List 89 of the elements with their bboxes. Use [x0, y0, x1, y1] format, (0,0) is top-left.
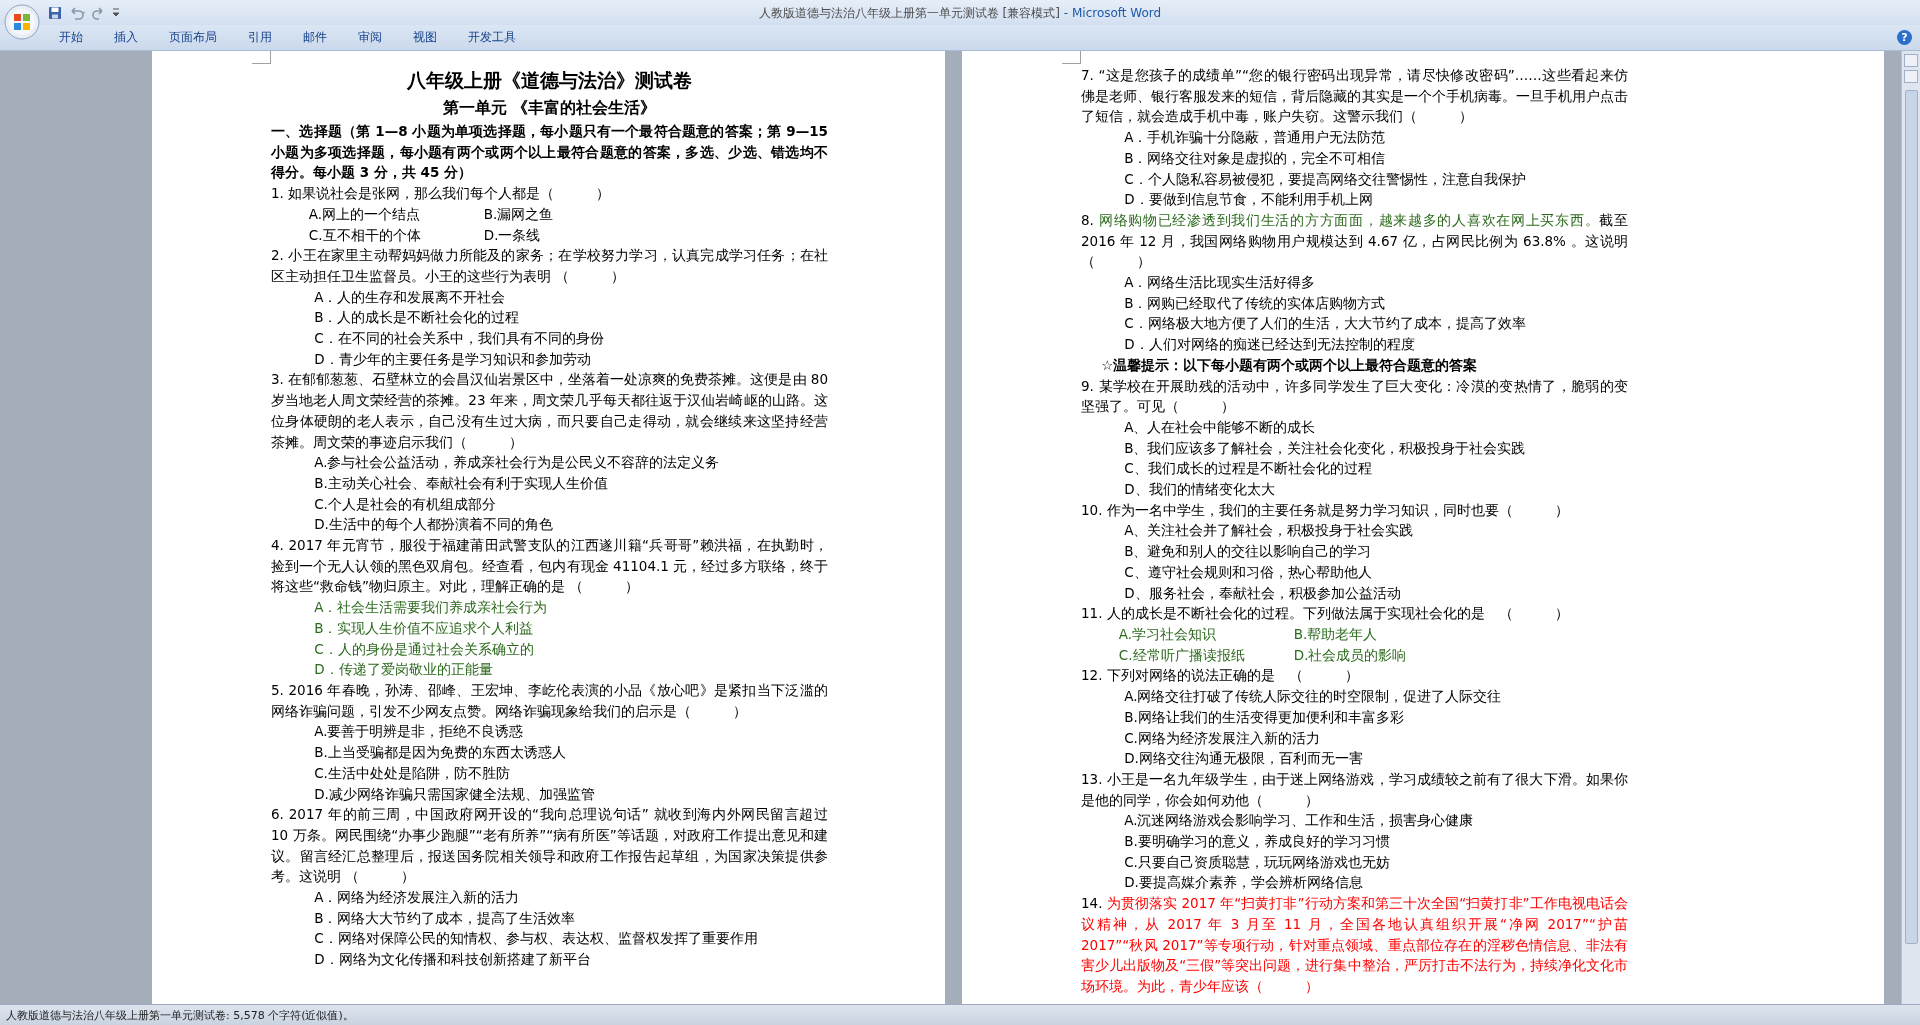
option-text: D.一条线 — [483, 226, 541, 243]
question-text: 4. 2017 年元宵节，服役于福建莆田武警支队的江西遂川籍“兵哥哥”赖洪福，在执勤时，捡到一个无人认领的黑色双肩包。经查看，包内有现金 41104.1 元，经过多方联络，终于将这些“救命钱”物归原主。对此，理解正确的是 （ ） — [271, 536, 828, 597]
option-text: C.互不相干的个体 — [308, 226, 421, 243]
question-text: 9. 某学校在开展助残的活动中，许多同学发生了巨大变化：冷漠的变热情了，脆弱的变坚强了。可见（ ） — [1081, 376, 1628, 417]
option-text: C．个人隐私容易被侵犯，要提高网络交往警惕性，注意自我保护 — [1124, 170, 1526, 187]
crop-mark — [1062, 51, 1081, 64]
caret-icon[interactable] — [112, 7, 120, 18]
crop-mark — [252, 51, 271, 64]
option-text: D、服务社会，奉献社会，积极参加公益活动 — [1124, 584, 1401, 601]
option-text: B、避免和别人的交往以影响自己的学习 — [1124, 543, 1372, 560]
option-text: B．网络交往对象是虚拟的，完全不可相信 — [1124, 149, 1386, 166]
option-text: A.学习社会知识 — [1118, 626, 1217, 642]
app-name: - Microsoft Word — [1063, 6, 1162, 20]
option-text: A.参与社会公益活动，养成亲社会行为是公民义不容辞的法定义务 — [314, 454, 720, 471]
question-text: 13. 小王是一名九年级学生，由于迷上网络游戏，学习成绩较之前有了很大下滑。如果你是他的同学，你会如何劝他（ ） — [1081, 769, 1628, 810]
option-text: C.只要自己资质聪慧，玩玩网络游戏也无妨 — [1124, 853, 1390, 870]
option-text: C．在不同的社会关系中，我们具有不同的身份 — [314, 330, 604, 347]
option-text: A．网络生活比现实生活好得多 — [1124, 274, 1316, 291]
option-text: A．网络为经济发展注入新的活力 — [314, 889, 520, 905]
ribbon-tab[interactable]: 引用 — [239, 27, 281, 48]
undo-icon[interactable] — [68, 5, 86, 20]
question-text: 14. 为贯彻落实 2017 年“扫黄打非”行动方案和第三十次全国“扫黄打非”工作电视电话会议精神，从 2017 年 3 月至 11 月，全国各地认真组织开展“净网 2017”“护苗 2017”“秋风 2017”等专项行动，针对重点领域、重点部位存在的淫秽色情信息、非法有害少儿出版物及“三假”等突出问题，进行集中整治，严厉打击不法行为，持续净化文化市场环境。为此，青少年应该（ ） — [1081, 894, 1628, 996]
question-text: 2. 小王在家里主动帮妈妈做力所能及的家务；在学校努力学习，认真完成学习任务；在社区主动担任卫生监督员。小王的这些行为表明 （ ） — [271, 246, 828, 286]
ribbon-tab[interactable]: 视图 — [404, 27, 446, 48]
option-text: B.帮助老年人 — [1293, 626, 1378, 642]
option-text: A.沉迷网络游戏会影响学习、工作和生活，损害身心健康 — [1124, 812, 1474, 829]
option-text: B.上当受骗都是因为免费的东西太诱惑人 — [314, 744, 566, 761]
option-text: A、人在社会中能够不断的成长 — [1124, 418, 1316, 435]
status-text: 人教版道德与法治八年级上册第一单元测试卷: 5,578 个字符(近似值)。 — [6, 1007, 354, 1023]
option-text: C.个人是社会的有机组成部分 — [314, 495, 496, 512]
document-subtitle: 第一单元 《丰富的社会生活》 — [442, 98, 657, 117]
ribbon-tab[interactable]: 页面布局 — [160, 27, 226, 48]
option-text: D．青少年的主要任务是学习知识和参加劳动 — [314, 350, 591, 367]
option-text: D.社会成员的影响 — [1293, 646, 1407, 663]
option-text: A.网络交往打破了传统人际交往的时空限制，促进了人际交往 — [1124, 688, 1502, 705]
ribbon-tab[interactable]: 邮件 — [294, 27, 336, 48]
option-text: B．网购已经取代了传统的实体店购物方式 — [1124, 294, 1386, 311]
option-text: C、我们成长的过程是不断社会化的过程 — [1124, 460, 1372, 477]
question-text: 6. 2017 年的前三周，中国政府网开设的“我向总理说句话” 就收到海内外网民留言超过 10 万条。网民围绕“办事少跑腿”“老有所养”“病有所医”等话题，对政府工作提出意见和建议。留言经汇总整理后，报送国务院相关领导和政府工作报告起草组，为国家决策提供参考。这说明 （ ） — [271, 805, 828, 887]
option-text: D．要做到信息节食，不能利用手机上网 — [1124, 191, 1373, 208]
section-instructions: 一、选择题（第 1—8 小题为单项选择题，每小题只有一个最符合题意的答案；第 9—15 小题为多项选择题，每小题有两个或两个以上最符合题意的答案，多选、少选、错选均不得分。每小题 3 分，共 45 分） — [271, 123, 828, 181]
option-text: A．人的生存和发展离不开社会 — [314, 288, 506, 305]
option-text: A．社会生活需要我们养成亲社会行为 — [314, 599, 548, 616]
document-title: 八年级上册《道德与法治》测试卷 — [407, 69, 692, 91]
option-text: C．网络极大地方便了人们的生活，大大节约了成本，提高了效率 — [1124, 315, 1526, 332]
tip-text: ☆温馨提示：以下每小题有两个或两个以上最符合题意的答案 — [1101, 356, 1478, 373]
ribbon-tab[interactable]: 开发工具 — [459, 27, 525, 48]
option-text: D．网络为文化传播和科技创新搭建了新平台 — [314, 951, 591, 968]
question-text: 1. 如果说社会是张网，那么我们每个人都是（ ） — [271, 184, 612, 204]
option-text: A、关注社会并了解社会，积极投身于社会实践 — [1124, 522, 1414, 539]
option-text: D.网络交往沟通无极限，百利而无一害 — [1124, 750, 1363, 767]
option-text: D．传递了爱岗敬业的正能量 — [314, 661, 493, 678]
question-text: 5. 2016 年春晚，孙涛、邵峰、王宏坤、李屹伦表演的小品《放心吧》是紧扣当下泛滥的网络诈骗问题，引发不少网友点赞。网络诈骗现象给我们的启示是（ ） — [271, 681, 828, 721]
help-button[interactable]: ? — [1897, 30, 1912, 45]
question-text: 8. 网络购物已经渗透到我们生活的方方面面，越来越多的人喜欢在网上买东西。截至 2016 年 12 月，我国网络购物用户规模达到 4.67 亿，占网民比例为 63.8% 。这说明（ ） — [1081, 210, 1628, 272]
question-text: 11. 人的成长是不断社会化的过程。下列做法属于实现社会化的是 （ ） — [1081, 604, 1570, 624]
window-title: 人教版道德与法治八年级上册第一单元测试卷 [兼容模式] — [758, 6, 1060, 20]
option-text: B、我们应该多了解社会，关注社会化变化，积极投身于社会实践 — [1124, 439, 1526, 456]
option-text: B.漏网之鱼 — [483, 205, 554, 222]
option-text: B．实现人生价值不应追求个人利益 — [314, 619, 534, 636]
option-text: A.网上的一个结点 — [308, 205, 421, 222]
ribbon-tab[interactable]: 开始 — [50, 27, 92, 48]
option-text: C.生活中处处是陷阱，防不胜防 — [314, 764, 510, 781]
option-text: D、我们的情绪变化太大 — [1124, 481, 1275, 498]
option-text: A．手机诈骗十分隐蔽，普通用户无法防范 — [1124, 129, 1386, 146]
option-text: B.要明确学习的意义，养成良好的学习习惯 — [1124, 833, 1390, 849]
option-text: C、遵守社会规则和习俗，热心帮助他人 — [1124, 563, 1372, 580]
question-text: 3. 在郁郁葱葱、石壁林立的会昌汉仙岩景区中，坐落着一处凉爽的免费茶摊。这便是由 80 岁当地老人周文荣经营的茶摊。23 年来，周文荣几乎每天都往返于汉仙岩崎岖的山路。这位身体硬朗的老人表示，自己没有生过大病，而只要自己走得动，就会继续来这坚持经营茶摊。周文荣的事迹启示我们（ ） — [271, 370, 828, 452]
save-icon[interactable] — [48, 5, 62, 20]
option-text: D.生活中的每个人都扮演着不同的角色 — [314, 516, 553, 533]
ribbon-tab[interactable]: 插入 — [105, 27, 147, 48]
option-text: C.网络为经济发展注入新的活力 — [1124, 729, 1320, 746]
redo-icon[interactable] — [92, 5, 106, 20]
option-text: D.要提高媒介素养，学会辨析网络信息 — [1124, 874, 1363, 891]
scroll-bar[interactable] — [1901, 51, 1920, 1004]
question-text: 10. 作为一名中学生，我们的主要任务就是努力学习知识，同时也要（ ） — [1081, 500, 1570, 520]
question-text: 7. “这是您孩子的成绩单”“您的银行密码出现异常，请尽快修改密码”……这些看起来仿佛是老师、银行客服发来的短信，背后隐藏的其实是一个个手机病毒。一旦手机用户点击了短信，就会造成手机中毒，账户失窃。这警示我们（ ） — [1081, 66, 1628, 127]
question-text: 12. 下列对网络的说法正确的是 （ ） — [1081, 666, 1360, 686]
option-text: C．网络对保障公民的知情权、参与权、表达权、监督权发挥了重要作用 — [314, 930, 758, 947]
option-text: B.主动关心社会、奉献社会有利于实现人生价值 — [314, 474, 608, 491]
option-text: D．人们对网络的痴迷已经达到无法控制的程度 — [1124, 336, 1415, 353]
option-text: A.要善于明辨是非，拒绝不良诱惑 — [314, 723, 524, 740]
option-text: C．人的身份是通过社会关系确立的 — [314, 640, 534, 657]
option-text: B．人的成长是不断社会化的过程 — [314, 309, 520, 326]
ribbon-tab[interactable]: 审阅 — [349, 27, 391, 48]
option-text: B.网络让我们的生活变得更加便利和丰富多彩 — [1124, 708, 1404, 725]
option-text: B．网络大大节约了成本，提高了生活效率 — [314, 909, 576, 926]
option-text: C.经常听广播读报纸 — [1118, 646, 1245, 663]
option-text: D.减少网络诈骗只需国家健全法规、加强监管 — [314, 785, 595, 802]
